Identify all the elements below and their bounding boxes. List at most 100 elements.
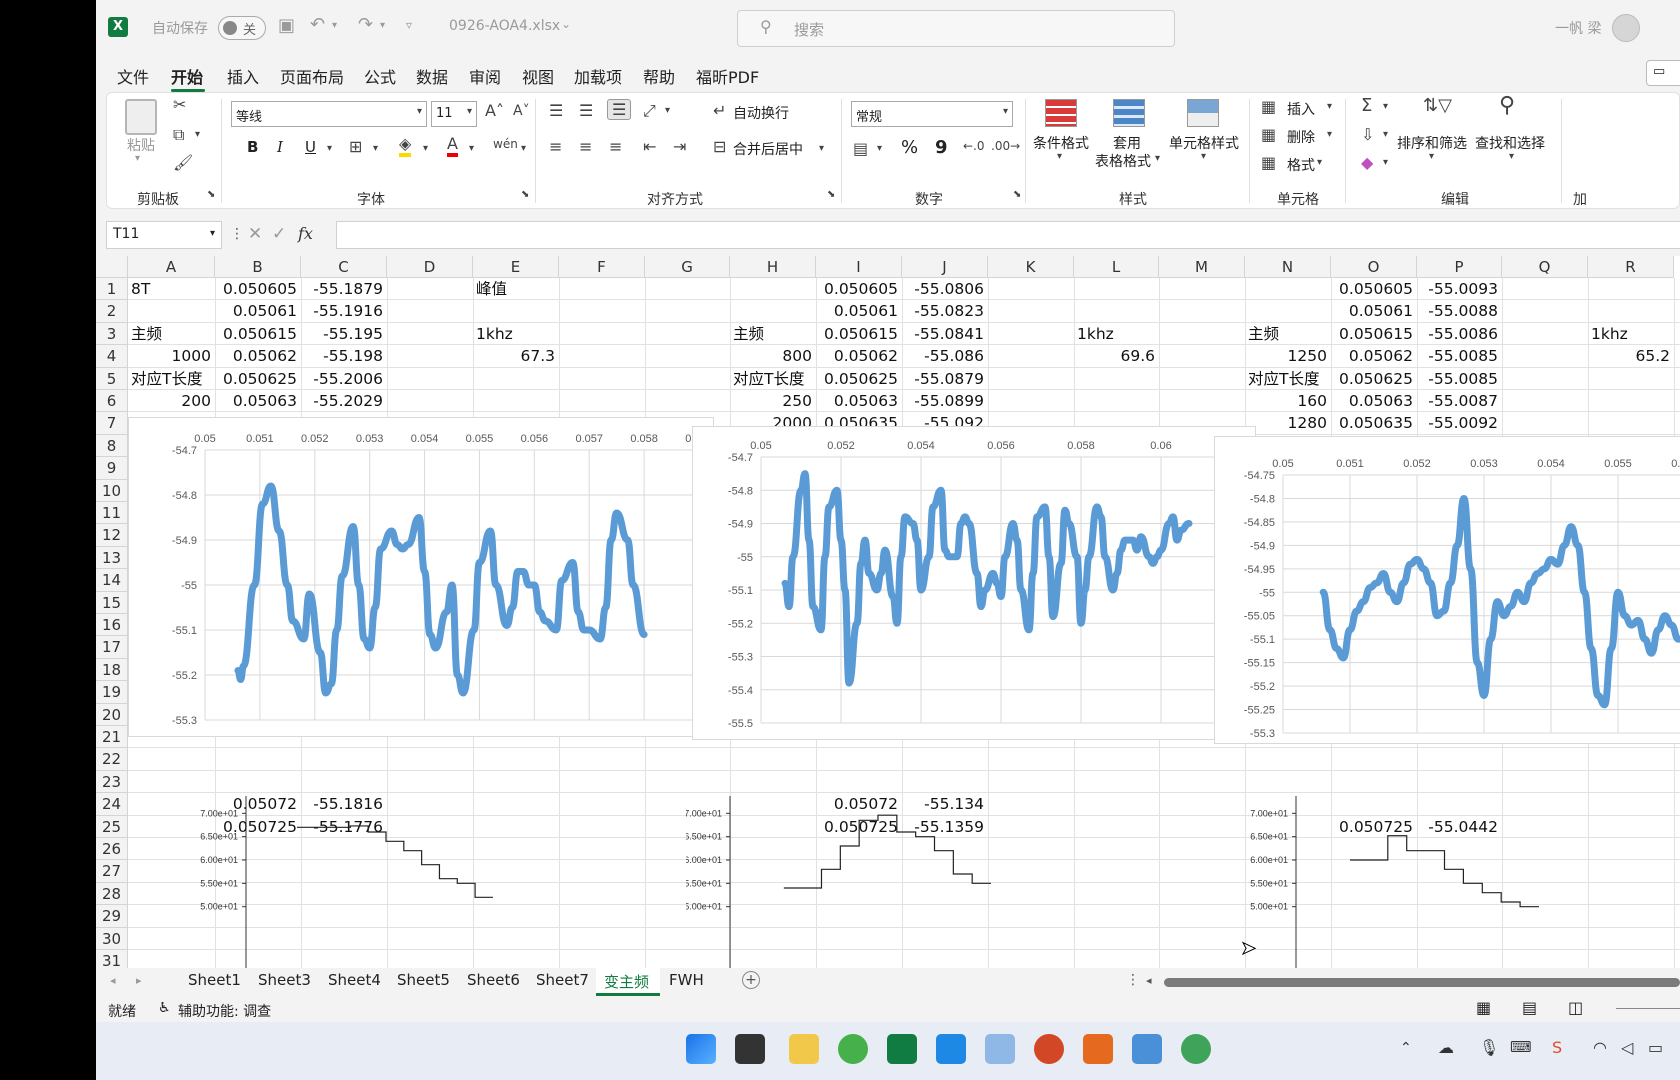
cell-n4[interactable]: 1250 <box>1245 345 1327 367</box>
hscroll-left-icon[interactable]: ◂ <box>1146 974 1152 987</box>
clipboard-launcher-icon[interactable]: ⬊ <box>207 189 215 200</box>
zoom-slider[interactable] <box>1616 1008 1680 1009</box>
column-header-c[interactable]: C <box>301 256 387 278</box>
find-select-button[interactable]: 查找和选择 <box>1475 133 1545 153</box>
row-header-22[interactable]: 22 <box>96 748 128 771</box>
cell-c4[interactable]: -55.198 <box>301 345 383 367</box>
tab-home[interactable]: 开始 <box>171 64 203 88</box>
cell-j3[interactable]: -55.0841 <box>902 323 984 345</box>
cell-j5[interactable]: -55.0879 <box>902 368 984 390</box>
tab-help[interactable]: 帮助 <box>643 64 675 88</box>
autosum-dropdown-icon[interactable]: ▾ <box>1383 101 1388 112</box>
row-header-17[interactable]: 17 <box>96 636 128 659</box>
phonetic-dropdown-icon[interactable]: ▾ <box>521 143 526 154</box>
row-header-30[interactable]: 30 <box>96 927 128 950</box>
antivirus-icon[interactable]: S <box>1552 1038 1562 1057</box>
decrease-indent-icon[interactable]: ⇤ <box>643 137 656 156</box>
cell-a1[interactable]: 8T <box>131 278 150 300</box>
insert-cells-button[interactable]: 插入 <box>1287 99 1315 119</box>
cell-b5[interactable]: 0.050625 <box>215 368 297 390</box>
accounting-dropdown-icon[interactable]: ▾ <box>877 143 882 154</box>
column-header-d[interactable]: D <box>387 256 473 278</box>
onedrive-icon[interactable]: ☁ <box>1438 1038 1454 1057</box>
normal-view-icon[interactable]: ▦ <box>1476 998 1491 1017</box>
tabs-more-icon[interactable]: ⋮ <box>1126 972 1140 988</box>
tab-addins[interactable]: 加载项 <box>574 64 622 88</box>
battery-icon[interactable]: ▭ <box>1648 1038 1663 1057</box>
cell-b3[interactable]: 0.050615 <box>215 323 297 345</box>
column-header-k[interactable]: K <box>988 256 1074 278</box>
row-header-23[interactable]: 23 <box>96 770 128 794</box>
italic-button[interactable]: I <box>277 138 283 156</box>
microphone-icon[interactable]: 🎙 <box>1479 1038 1499 1057</box>
sheet-tab-fwh[interactable]: FWH <box>669 971 704 989</box>
row-header-1[interactable]: 1 <box>96 278 128 301</box>
row-header-20[interactable]: 20 <box>96 703 128 726</box>
screen-capture-icon[interactable] <box>985 1034 1015 1064</box>
customize-toolbar-icon[interactable]: ▿ <box>406 18 412 32</box>
cond-format-dropdown-icon[interactable]: ▾ <box>1057 151 1062 162</box>
row-header-6[interactable]: 6 <box>96 390 128 413</box>
sheet-tab-sheet7[interactable]: Sheet7 <box>536 971 589 989</box>
align-top-icon[interactable]: ☰ <box>549 101 563 120</box>
cell-l3[interactable]: 1khz <box>1077 323 1114 345</box>
step-chart-1[interactable]: 7.00e+01 6.50e+01 6.00e+01 5.50e+01 5.00e+01 <box>186 796 566 968</box>
more-options-icon[interactable]: ⋮ <box>230 226 244 242</box>
line-chart-2[interactable]: -54.7 -54.8 -54.9 -55 -55.1 -55.2 -55.3 -55.4 -5… <box>692 426 1256 740</box>
cell-c5[interactable]: -55.2006 <box>301 368 383 390</box>
file-explorer-icon[interactable] <box>789 1034 819 1064</box>
phonetic-icon[interactable]: wén <box>493 137 518 151</box>
search-box[interactable]: ⚲ 搜索 <box>737 10 1175 47</box>
row-header-14[interactable]: 14 <box>96 569 128 592</box>
name-box[interactable]: T11 ▾ <box>106 221 222 249</box>
wifi-icon[interactable]: ◠ <box>1593 1038 1607 1057</box>
tab-review[interactable]: 审阅 <box>469 64 501 88</box>
borders-dropdown-icon[interactable]: ▾ <box>373 143 378 154</box>
edge-icon[interactable] <box>838 1034 868 1064</box>
cell-i4[interactable]: 0.05062 <box>816 345 898 367</box>
tab-formulas[interactable]: 公式 <box>364 64 396 88</box>
matlab-icon[interactable] <box>1083 1034 1113 1064</box>
table-format-button-line2[interactable]: 表格格式 <box>1095 151 1151 171</box>
row-header-21[interactable]: 21 <box>96 726 128 749</box>
font-size-select[interactable]: 11 ▾ <box>431 101 477 127</box>
cell-j2[interactable]: -55.0823 <box>902 300 984 322</box>
merge-dropdown-icon[interactable]: ▾ <box>819 143 824 154</box>
column-header-q[interactable]: Q <box>1502 256 1588 278</box>
select-all-corner[interactable] <box>96 256 128 278</box>
paste-button[interactable]: 粘贴 <box>127 135 155 155</box>
row-header-12[interactable]: 12 <box>96 524 128 547</box>
line-chart-1[interactable]: -54.7 -54.8 -54.9 -55 -55.1 -55.2 -55.3 0.05 0.0… <box>128 417 714 737</box>
tab-file[interactable]: 文件 <box>117 64 149 88</box>
format-dropdown-icon[interactable]: ▾ <box>1317 157 1322 168</box>
row-header-9[interactable]: 9 <box>96 457 128 480</box>
fill-color-icon[interactable]: ◈ <box>399 135 412 157</box>
cell-b2[interactable]: 0.05061 <box>215 300 297 322</box>
filename-chevron-icon[interactable]: ⌄ <box>561 17 571 31</box>
insert-function-button[interactable]: fx <box>298 224 313 243</box>
sheet-tab-sheet3[interactable]: Sheet3 <box>258 971 311 989</box>
wrap-text-icon[interactable]: ↵ <box>713 101 726 120</box>
undo-dropdown-icon[interactable]: ▾ <box>332 20 337 31</box>
cell-a3[interactable]: 主频 <box>131 323 162 345</box>
fill-dropdown-icon[interactable]: ▾ <box>423 143 428 154</box>
row-header-5[interactable]: 5 <box>96 367 128 390</box>
column-header-l[interactable]: L <box>1074 256 1159 278</box>
column-header-p[interactable]: P <box>1417 256 1502 278</box>
tab-insert[interactable]: 插入 <box>227 64 259 88</box>
volume-icon[interactable]: ◁ <box>1621 1038 1633 1057</box>
column-header-h[interactable]: H <box>730 256 816 278</box>
tab-data[interactable]: 数据 <box>416 64 448 88</box>
delete-cells-button[interactable]: 删除 <box>1287 127 1315 147</box>
row-header-16[interactable]: 16 <box>96 614 128 637</box>
cell-r4[interactable]: 65.2 <box>1588 345 1670 367</box>
autosave-toggle[interactable]: 关 <box>218 16 266 40</box>
cell-h3[interactable]: 主频 <box>733 323 764 345</box>
line-chart-3[interactable]: -54.75 -54.8 -54.85 -54.9 -54.95 -55 -55.05 -55… <box>1214 436 1680 744</box>
number-launcher-icon[interactable]: ⬊ <box>1013 189 1021 200</box>
align-middle-icon[interactable]: ☰ <box>579 101 593 120</box>
task-view-icon[interactable] <box>735 1034 765 1064</box>
page-layout-view-icon[interactable]: ▤ <box>1522 998 1537 1017</box>
cell-i6[interactable]: 0.05063 <box>816 390 898 412</box>
windows-start-icon[interactable] <box>686 1034 716 1064</box>
